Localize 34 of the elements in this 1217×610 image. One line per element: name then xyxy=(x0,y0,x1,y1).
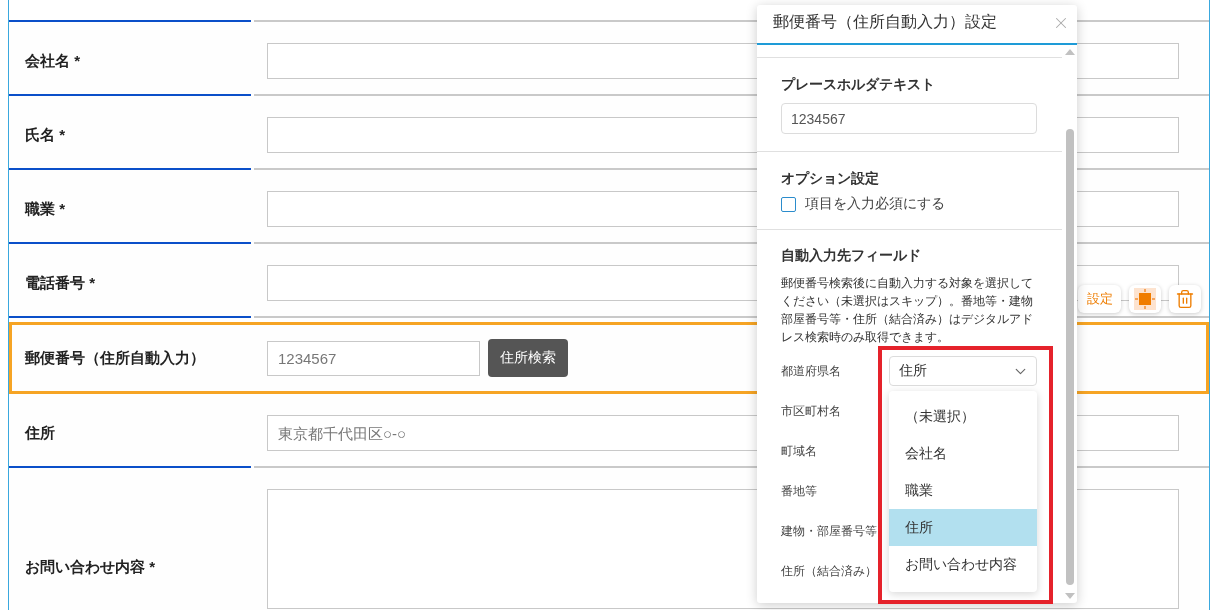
select-field[interactable]: 住所 xyxy=(889,356,1037,386)
field-label: 会社名 * xyxy=(25,51,80,71)
dropdown-option[interactable]: 住所 xyxy=(889,509,1037,546)
section-title: オプション設定 xyxy=(781,169,879,187)
delete-button[interactable] xyxy=(1169,285,1201,313)
description-text: 郵便番号検索後に自動入力する対象を選択してください（未選択はスキップ）。番地等・建物部屋番号等・住所（結合済み）はデジタルアドレス検索時のみ取得できます。 xyxy=(781,275,1034,346)
placeholder-input[interactable]: 1234567 xyxy=(781,103,1037,134)
dropdown-option[interactable]: お問い合わせ内容 xyxy=(889,546,1037,583)
field-label: 電話番号 * xyxy=(25,273,95,293)
mapping-label: 住所（結合済み） xyxy=(781,562,877,580)
section-title: 自動入力先フィールド xyxy=(781,246,921,264)
scroll-down-icon[interactable] xyxy=(1065,593,1075,599)
dropdown-option[interactable]: （未選択） xyxy=(889,398,1037,435)
section-title: プレースホルダテキスト xyxy=(781,75,935,93)
field-label: お問い合わせ内容 * xyxy=(25,557,155,577)
field-label: 住所 xyxy=(25,423,55,443)
checkbox[interactable] xyxy=(781,196,796,212)
mapping-label: 番地等 xyxy=(781,482,817,500)
trash-icon xyxy=(1175,289,1195,309)
mapping-label: 都道府県名 xyxy=(781,362,841,380)
field-label: 氏名 * xyxy=(25,125,65,145)
dropdown-option[interactable]: 職業 xyxy=(889,472,1037,509)
square-icon xyxy=(1134,288,1156,310)
mapping-label: 建物・部屋番号等 xyxy=(781,522,877,540)
panel-title: 郵便番号（住所自動入力）設定 xyxy=(773,12,997,32)
dropdown-option[interactable]: 会社名 xyxy=(889,435,1037,472)
address-search-button[interactable]: 住所検索 xyxy=(488,339,568,377)
toolbar-button[interactable] xyxy=(1129,285,1161,313)
postal-code-input[interactable]: 1234567 xyxy=(267,340,480,376)
field-label: 郵便番号（住所自動入力） xyxy=(25,348,205,368)
field-label: 職業 * xyxy=(25,199,65,219)
scroll-up-icon[interactable] xyxy=(1065,49,1075,55)
scrollbar-thumb[interactable] xyxy=(1066,129,1074,585)
checkbox-label: 項目を入力必須にする xyxy=(805,195,945,213)
